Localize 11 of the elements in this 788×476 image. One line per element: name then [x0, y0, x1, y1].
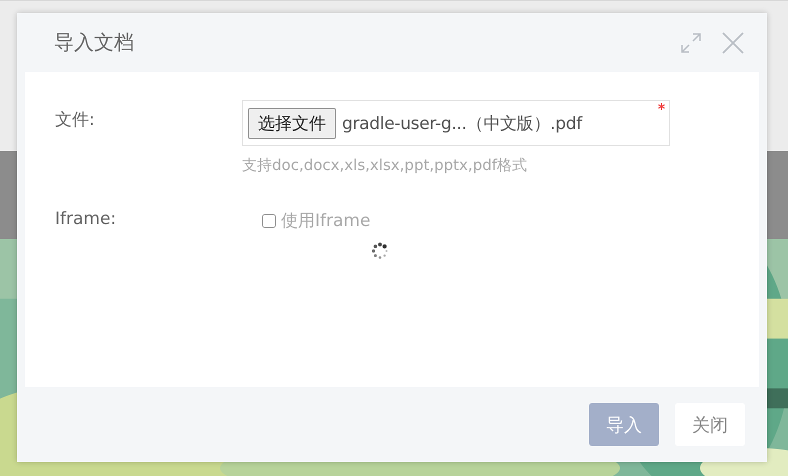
file-name: gradle-user-g...（中文版）.pdf — [342, 112, 582, 134]
format-hint: 支持doc,docx,xls,xlsx,ppt,pptx,pdf格式 — [242, 156, 528, 175]
field-label: Iframe: — [55, 208, 118, 229]
dialog-title: 导入文档 — [54, 29, 135, 56]
checkbox-label: 使用Iframe — [281, 210, 370, 232]
close-button[interactable]: 关闭 — [675, 403, 745, 446]
close-icon[interactable] — [721, 30, 745, 54]
choose-file-button[interactable]: 选择文件 — [248, 108, 336, 138]
file-field[interactable]: 选择文件 gradle-user-g...（中文版）.pdf — [242, 100, 670, 146]
maximize-icon[interactable] — [679, 30, 703, 54]
field-label: 文件: — [55, 109, 96, 131]
